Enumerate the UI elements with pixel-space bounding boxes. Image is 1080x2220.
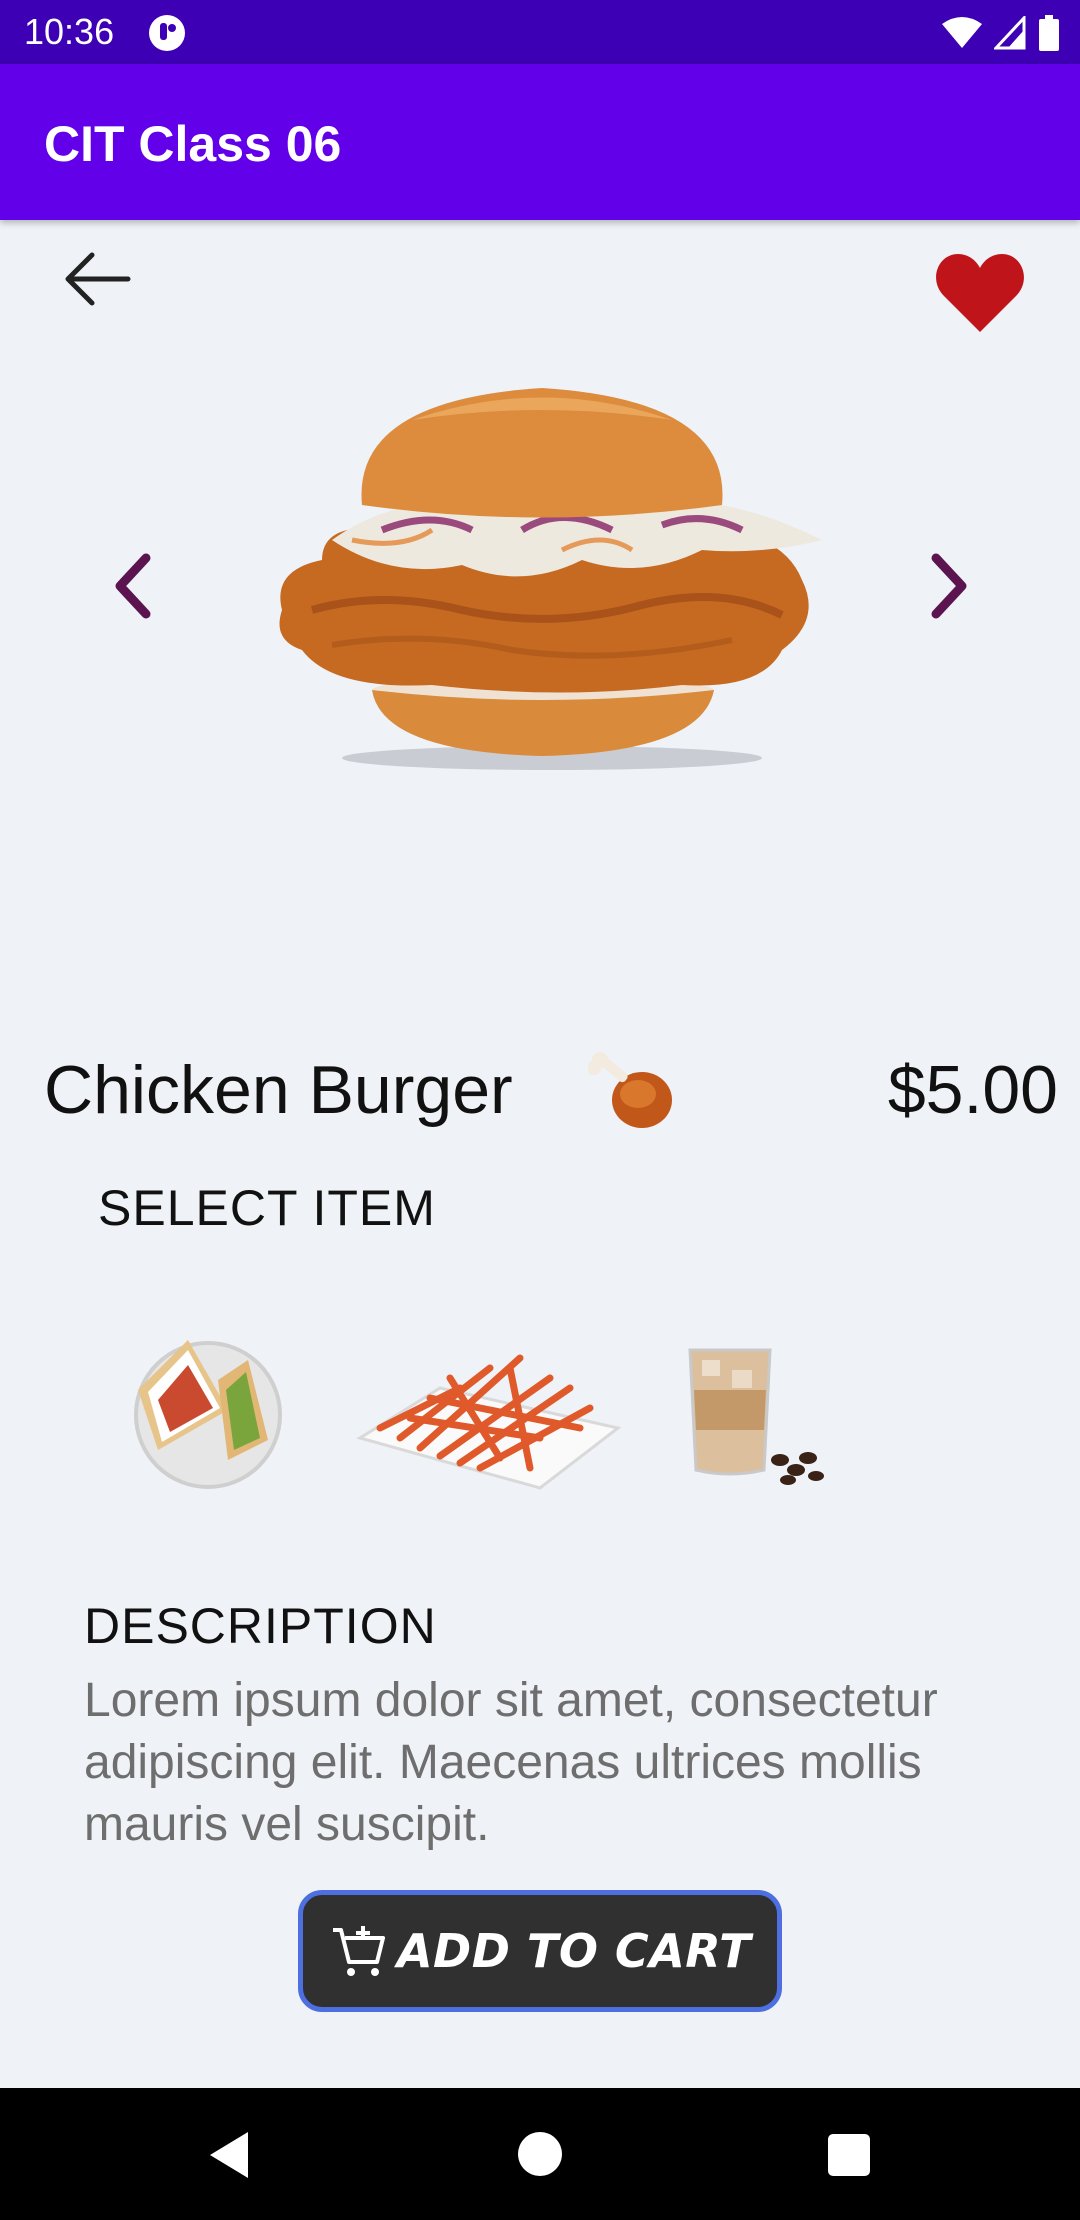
- drumstick-icon: [588, 1052, 672, 1128]
- chevron-right-icon[interactable]: [912, 548, 982, 624]
- description-heading: DESCRIPTION: [84, 1598, 437, 1654]
- status-icons: [942, 14, 1060, 52]
- nav-recents-icon[interactable]: [828, 2134, 870, 2176]
- nav-home-icon[interactable]: [518, 2132, 562, 2176]
- fries-icon[interactable]: [350, 1328, 624, 1494]
- chicken-burger-image: [279, 388, 822, 770]
- status-time: 10:36: [24, 11, 115, 52]
- status-bar: 10:36: [0, 0, 1080, 64]
- app-title: CIT Class 06: [44, 116, 342, 172]
- signal-icon: [994, 16, 1026, 50]
- select-item-heading: SELECT ITEM: [98, 1180, 436, 1236]
- chevron-left-icon[interactable]: [100, 548, 170, 624]
- product-price: $5.00: [887, 1052, 1058, 1128]
- arrow-back-icon[interactable]: [56, 244, 142, 314]
- heart-icon[interactable]: [934, 250, 1026, 334]
- iced-coffee-icon[interactable]: [680, 1330, 830, 1490]
- cart-add-icon: [332, 1926, 385, 1976]
- product-name: Chicken Burger: [44, 1052, 513, 1128]
- description-text: Lorem ipsum dolor sit amet, consectetur …: [84, 1674, 938, 1851]
- add-to-cart-button[interactable]: ADD TO CART: [298, 1890, 782, 2012]
- app-bar: CIT Class 06: [0, 64, 1080, 220]
- sandwich-icon[interactable]: [118, 1320, 288, 1490]
- app-notification-icon: [149, 15, 185, 51]
- add-to-cart-label: ADD TO CART: [396, 1924, 752, 1978]
- battery-icon: [1039, 15, 1059, 51]
- system-nav-bar: [0, 2088, 1080, 2220]
- nav-back-icon[interactable]: [204, 2128, 254, 2182]
- wifi-icon: [942, 17, 982, 48]
